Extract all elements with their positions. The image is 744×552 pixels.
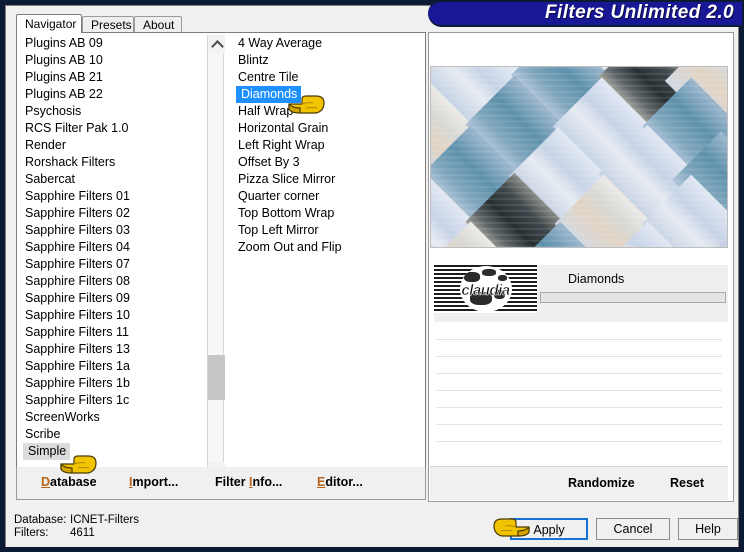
list-item[interactable]: Offset By 3: [233, 154, 418, 171]
navigator-panel: Navigator Presets About Plugins AB 09 Plu…: [16, 14, 426, 502]
claudia-logo: claudia: [434, 265, 537, 313]
apply-button[interactable]: Apply: [510, 518, 588, 540]
editor-menu-item[interactable]: Editor...: [317, 475, 363, 489]
list-item[interactable]: Rorshack Filters: [20, 154, 205, 171]
tab-presets[interactable]: Presets: [82, 16, 134, 33]
list-item[interactable]: Centre Tile: [233, 69, 418, 86]
filter-info-menu-item[interactable]: Filter Info...: [215, 475, 282, 489]
list-item[interactable]: Quarter corner: [233, 188, 418, 205]
category-list[interactable]: Plugins AB 09 Plugins AB 10 Plugins AB 21 P…: [20, 35, 205, 480]
separator-line: [436, 356, 722, 357]
list-item[interactable]: Diamonds: [233, 86, 418, 103]
help-button[interactable]: Help: [678, 518, 738, 540]
separator-line: [436, 407, 722, 408]
list-item[interactable]: Sapphire Filters 01: [20, 188, 205, 205]
reset-button[interactable]: Reset: [670, 476, 704, 490]
randomize-button[interactable]: Randomize: [568, 476, 635, 490]
preview-image: [431, 67, 727, 247]
preview-action-bar: Randomize Reset: [430, 466, 728, 500]
cancel-button[interactable]: Cancel: [596, 518, 670, 540]
scroll-up-button[interactable]: [208, 35, 225, 53]
application-window: Filters Unlimited 2.0 Navigator Presets …: [0, 0, 744, 552]
parameter-area: claudia Diamonds: [430, 261, 728, 467]
separator-line: [436, 390, 722, 391]
list-item[interactable]: Pizza Slice Mirror: [233, 171, 418, 188]
title-bar: Filters Unlimited 2.0: [428, 0, 744, 27]
list-item[interactable]: RCS Filter Pak 1.0: [20, 120, 205, 137]
list-item[interactable]: Sapphire Filters 10: [20, 307, 205, 324]
list-item[interactable]: Sapphire Filters 1a: [20, 358, 205, 375]
list-item[interactable]: Sapphire Filters 13: [20, 341, 205, 358]
database-menu-item[interactable]: Database: [41, 475, 97, 489]
database-status: Database: ICNET-Filters: [14, 514, 139, 526]
list-item-selected[interactable]: Simple: [23, 443, 71, 460]
navigator-body: Plugins AB 09 Plugins AB 10 Plugins AB 21 P…: [16, 32, 426, 484]
list-item[interactable]: Plugins AB 22: [20, 86, 205, 103]
database-status-value: ICNET-Filters: [70, 514, 139, 526]
separator-line: [436, 424, 722, 425]
list-item[interactable]: Sapphire Filters 09: [20, 290, 205, 307]
tab-navigator[interactable]: Navigator: [16, 14, 82, 33]
list-item[interactable]: Simple: [20, 443, 205, 460]
list-item[interactable]: Sapphire Filters 07: [20, 256, 205, 273]
effect-preview[interactable]: [430, 66, 728, 248]
list-item[interactable]: Sapphire Filters 04: [20, 239, 205, 256]
list-item[interactable]: 4 Way Average: [233, 35, 418, 52]
status-bar: Database: ICNET-Filters Filters: 4611 Appl…: [6, 508, 738, 547]
scrollbar-track[interactable]: [208, 53, 223, 462]
navigator-menu-bar: Database Import... Filter Info... Editor…: [16, 467, 426, 500]
list-item[interactable]: Sapphire Filters 08: [20, 273, 205, 290]
category-list-scrollbar[interactable]: [207, 35, 225, 480]
list-item[interactable]: Sapphire Filters 03: [20, 222, 205, 239]
effect-list[interactable]: 4 Way Average Blintz Centre Tile Diamonds Ha…: [233, 35, 418, 480]
parameter-header-band-left: [434, 313, 537, 322]
separator-line: [436, 339, 722, 340]
database-status-key: Database:: [14, 514, 67, 526]
list-item[interactable]: Plugins AB 10: [20, 52, 205, 69]
list-item[interactable]: Plugins AB 21: [20, 69, 205, 86]
list-item[interactable]: Plugins AB 09: [20, 35, 205, 52]
list-item[interactable]: Half Wrap: [233, 103, 418, 120]
list-item[interactable]: Top Bottom Wrap: [233, 205, 418, 222]
tab-about[interactable]: About: [134, 16, 182, 33]
list-item-selected[interactable]: Diamonds: [236, 86, 302, 103]
list-item[interactable]: Sapphire Filters 1b: [20, 375, 205, 392]
list-item[interactable]: Top Left Mirror: [233, 222, 418, 239]
filters-status: Filters: 4611: [14, 527, 95, 539]
list-item[interactable]: Horizontal Grain: [233, 120, 418, 137]
claudia-logo-text: claudia: [461, 282, 510, 300]
chevron-up-icon: [210, 40, 224, 53]
list-item[interactable]: Sapphire Filters 11: [20, 324, 205, 341]
list-item[interactable]: ScreenWorks: [20, 409, 205, 426]
list-item[interactable]: Zoom Out and Flip: [233, 239, 418, 256]
list-item[interactable]: Psychosis: [20, 103, 205, 120]
application-title: Filters Unlimited 2.0: [545, 2, 734, 23]
list-item[interactable]: Left Right Wrap: [233, 137, 418, 154]
scrollbar-thumb[interactable]: [208, 355, 225, 400]
list-item[interactable]: Render: [20, 137, 205, 154]
list-item[interactable]: Scribe: [20, 426, 205, 443]
filters-status-key: Filters:: [14, 527, 49, 539]
filters-status-value: 4611: [70, 527, 95, 539]
list-item[interactable]: Blintz: [233, 52, 418, 69]
separator-line: [436, 373, 722, 374]
list-item[interactable]: Sabercat: [20, 171, 205, 188]
separator-line: [436, 441, 722, 442]
import-menu-item[interactable]: Import...: [129, 475, 178, 489]
preview-panel: claudia Diamonds Randomize Reset: [428, 32, 734, 502]
list-item[interactable]: Sapphire Filters 1c: [20, 392, 205, 409]
tab-strip: Navigator Presets About: [16, 14, 426, 33]
parameter-name-label: Diamonds: [568, 272, 625, 286]
list-item[interactable]: Sapphire Filters 02: [20, 205, 205, 222]
parameter-slider[interactable]: [540, 292, 726, 303]
